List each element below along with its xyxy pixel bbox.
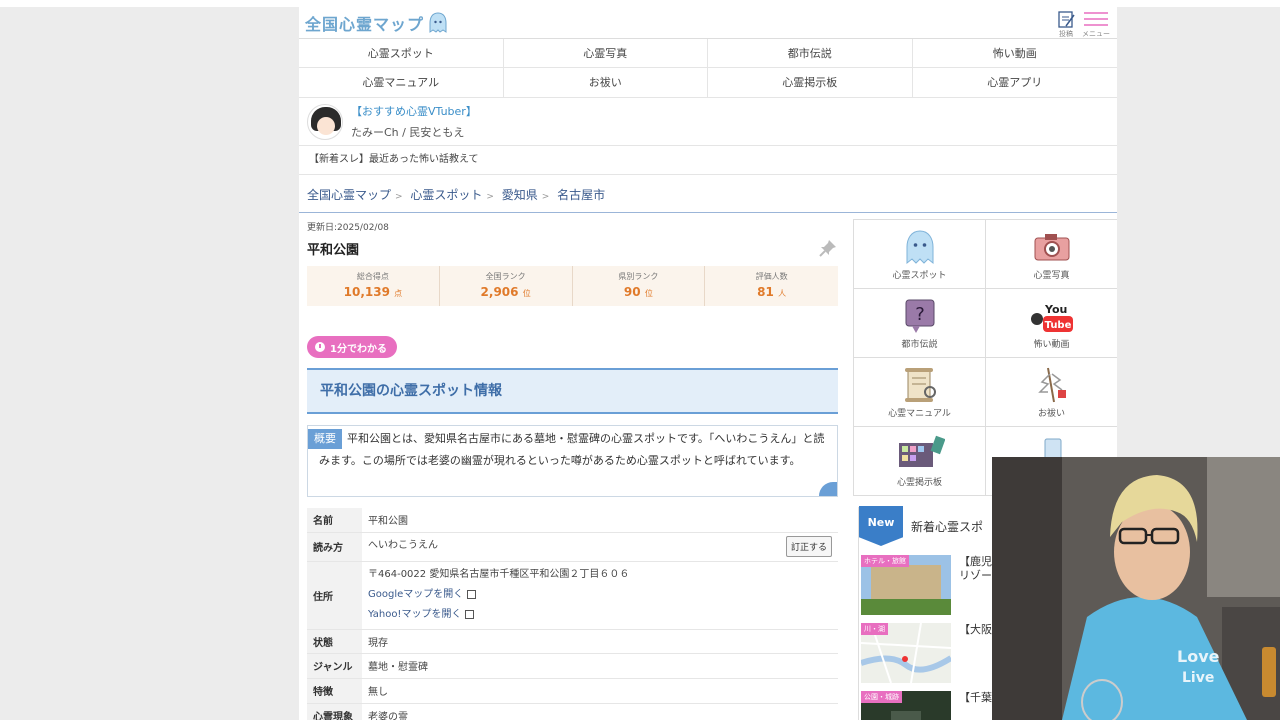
svg-text:Love: Love	[1177, 647, 1220, 666]
stat-prefecture-rank: 県別ランク 90 位	[573, 266, 706, 306]
sidebar-item-exorcism[interactable]: お祓い	[986, 358, 1117, 427]
vtuber-name: たみーCh / 民安ともえ	[351, 126, 465, 139]
info-value: 老婆の霊	[362, 703, 838, 720]
ghost-icon	[906, 230, 933, 265]
score-stats: 総合得点 10,139 点 全国ランク 2,906 位 県別ランク 90 位 評…	[307, 266, 838, 306]
sidebar-item-manual[interactable]: 心霊マニュアル	[854, 358, 986, 427]
address-text: 〒464-0022 愛知県名古屋市千種区平和公園２丁目６０６	[368, 569, 630, 580]
info-label: 状態	[307, 629, 362, 654]
external-link-icon	[465, 609, 475, 619]
new-spot-item[interactable]: 公園・城跡	[861, 691, 951, 720]
overview-tag: 概要	[308, 429, 342, 449]
nav-item-videos[interactable]: 怖い動画	[912, 39, 1117, 68]
info-label: 住所	[307, 561, 362, 630]
new-thread-link[interactable]: 【新着スレ】最近あった怖い話教えて	[299, 146, 1117, 175]
new-spot-title[interactable]: 【鹿児 リゾー	[959, 555, 992, 583]
sidebar-item-videos[interactable]: You Tube 怖い動画	[986, 289, 1117, 358]
info-value: 現存	[362, 629, 838, 654]
scroll-icon	[904, 368, 936, 402]
info-label: 読み方	[307, 532, 362, 562]
webcam-person-image: Love Live	[992, 457, 1280, 720]
info-value: 墓地・慰霊碑	[362, 653, 838, 679]
sidebar-item-board[interactable]: 心霊掲示板	[854, 427, 986, 496]
info-label: 名前	[307, 508, 362, 533]
browser-top-strip	[0, 0, 1280, 7]
overview-text: 平和公園とは、愛知県名古屋市にある墓地・慰霊碑の心霊スポットです。「へいわこうえ…	[319, 432, 825, 467]
section-heading: 平和公園の心霊スポット情報	[307, 368, 838, 414]
info-value: 平和公園	[362, 508, 838, 533]
nav-item-legends[interactable]: 都市伝説	[708, 39, 913, 68]
post-label: 投稿	[1059, 30, 1073, 38]
yahoo-map-link[interactable]: Yahoo!マップを開く	[368, 605, 838, 625]
category-grid: 心霊スポット 心霊写真 ? 都市伝説 You Tube 怖い動画 心霊マニュアル …	[853, 219, 1117, 496]
question-icon: ?	[905, 299, 934, 333]
nav-item-photos[interactable]: 心霊写真	[503, 39, 708, 68]
category-label: 川・湖	[861, 623, 888, 635]
board-icon	[898, 435, 945, 467]
external-link-icon	[467, 589, 477, 599]
category-label: ホテル・旅館	[861, 555, 909, 567]
stat-national-rank: 全国ランク 2,906 位	[440, 266, 573, 306]
site-header: 全国心霊マップ 投稿 メニュー	[299, 7, 1117, 39]
overview-box: 概要 平和公園とは、愛知県名古屋市にある墓地・慰霊碑の心霊スポットです。「へいわこ…	[307, 425, 838, 497]
svg-text:Tube: Tube	[1044, 320, 1071, 331]
svg-text:?: ?	[915, 304, 925, 325]
info-label: 心霊現象	[307, 703, 362, 720]
youtube-icon: You Tube	[1030, 303, 1073, 332]
nav-item-spots[interactable]: 心霊スポット	[299, 39, 504, 68]
category-label: 公園・城跡	[861, 691, 902, 703]
info-label: ジャンル	[307, 653, 362, 679]
new-badge: New	[859, 506, 903, 546]
info-value: へいわこうえん	[368, 540, 438, 551]
info-label: 特徴	[307, 678, 362, 704]
spot-info-table: 名前 平和公園 読み方 へいわこうえん 訂正する 住所 〒464-0022 愛知…	[307, 508, 838, 720]
new-spots-title: 新着心霊スポ	[911, 519, 984, 534]
sidebar: 心霊スポット 心霊写真 ? 都市伝説 You Tube 怖い動画 心霊マニュアル …	[853, 219, 1117, 720]
correct-button[interactable]: 訂正する	[785, 536, 832, 557]
info-value: 無し	[362, 678, 838, 704]
svg-text:Live: Live	[1182, 670, 1214, 686]
pin-icon[interactable]	[818, 238, 838, 258]
clock-icon	[315, 342, 325, 352]
menu-label: メニュー	[1082, 30, 1110, 38]
breadcrumb: 全国心霊マップ > 心霊スポット > 愛知県 > 名古屋市	[299, 175, 1117, 213]
purification-icon	[1037, 367, 1066, 403]
new-spot-title[interactable]: 【大阪	[959, 623, 992, 637]
new-spot-item[interactable]: ホテル・旅館	[861, 555, 951, 615]
breadcrumb-item[interactable]: 愛知県	[502, 188, 538, 202]
webcam-overlay: Love Live	[992, 457, 1280, 720]
nav-item-exorcism[interactable]: お祓い	[504, 68, 708, 97]
one-minute-badge: 1分でわかる	[307, 336, 397, 358]
new-spot-item[interactable]: 川・湖	[861, 623, 951, 683]
vtuber-heading: 【おすすめ心霊VTuber】	[351, 105, 477, 118]
page-title: 平和公園	[307, 243, 360, 258]
stat-raters: 評価人数 81 人	[755, 272, 788, 299]
ghost-icon	[429, 12, 447, 33]
sidebar-item-legends[interactable]: ? 都市伝説	[854, 289, 986, 358]
menu-button[interactable]: メニュー	[1081, 9, 1111, 39]
category-nav: 心霊スポット 心霊写真 都市伝説 怖い動画 心霊マニュアル お祓い 心霊掲示板 …	[299, 39, 1117, 98]
hamburger-icon	[1084, 12, 1108, 26]
post-icon	[1058, 11, 1075, 28]
breadcrumb-item[interactable]: 名古屋市	[557, 188, 605, 202]
svg-text:You: You	[1044, 303, 1067, 316]
sidebar-item-spots[interactable]: 心霊スポット	[854, 220, 986, 289]
nav-item-app[interactable]: 心霊アプリ	[913, 68, 1118, 97]
vtuber-banner[interactable]: 【おすすめ心霊VTuber】 たみーCh / 民安ともえ	[299, 98, 1117, 146]
updated-date: 更新日:2025/02/08	[307, 223, 389, 233]
breadcrumb-item[interactable]: 心霊スポット	[410, 188, 482, 202]
logo-text: 全国心霊マップ	[305, 15, 425, 34]
post-button[interactable]: 投稿	[1051, 9, 1081, 39]
stat-total-score: 総合得点 10,139 点	[307, 266, 440, 306]
camera-icon	[1034, 234, 1069, 261]
nav-item-board[interactable]: 心霊掲示板	[708, 68, 913, 97]
breadcrumb-item[interactable]: 全国心霊マップ	[307, 188, 391, 202]
sidebar-item-photos[interactable]: 心霊写真	[986, 220, 1117, 289]
google-map-link[interactable]: Googleマップを開く	[368, 585, 838, 605]
avatar	[307, 103, 343, 140]
site-logo[interactable]: 全国心霊マップ	[305, 11, 448, 35]
nav-item-manual[interactable]: 心霊マニュアル	[299, 68, 504, 97]
new-spot-title[interactable]: 【千葉	[959, 691, 992, 705]
corner-decoration	[819, 482, 837, 496]
